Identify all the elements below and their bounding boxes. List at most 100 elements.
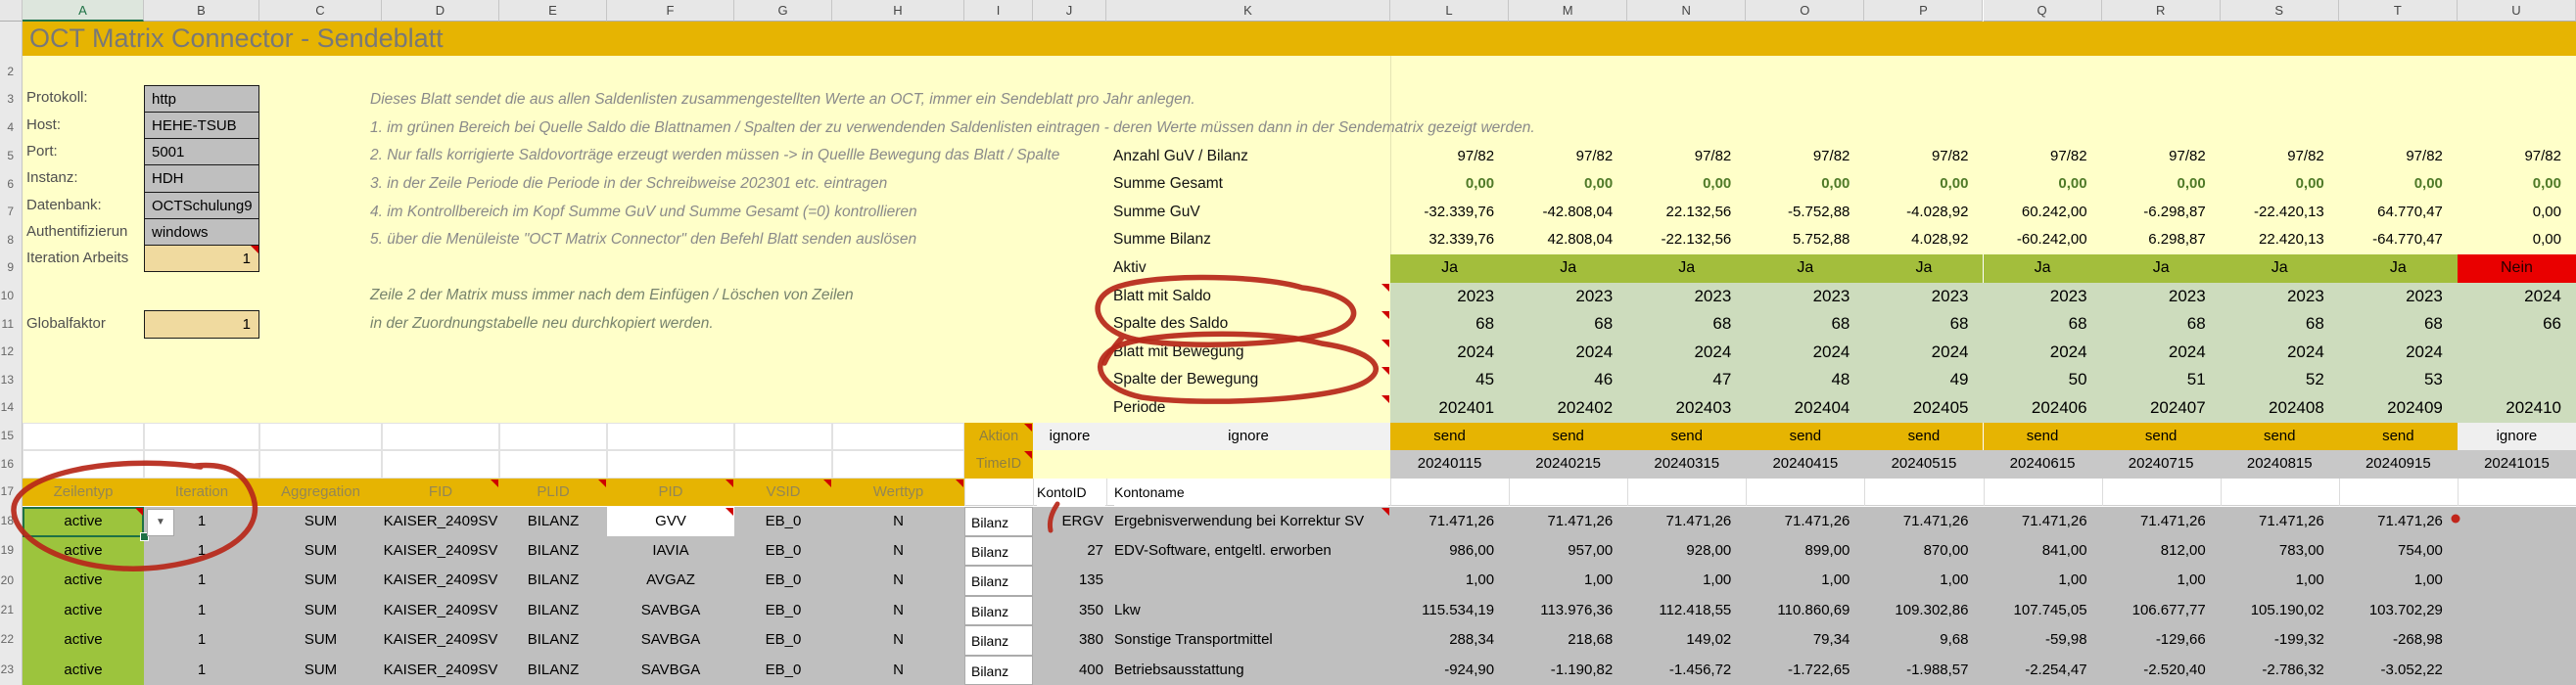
matrix-value-cell[interactable]: 783,00 bbox=[2221, 536, 2339, 566]
matrix-value-cell[interactable]: -1.190,82 bbox=[1509, 656, 1627, 685]
kontoname-cell[interactable]: Betriebsausstattung bbox=[1114, 656, 1388, 685]
matrix-header-plid[interactable]: PLID bbox=[499, 479, 607, 507]
control-value-cell[interactable]: 97/82 bbox=[1390, 143, 1509, 171]
kontoname-cell[interactable]: Sonstige Transportmittel bbox=[1114, 625, 1388, 655]
matrix-value-cell[interactable]: 1,00 bbox=[1746, 566, 1864, 595]
vsid-cell[interactable]: EB_0 bbox=[734, 507, 832, 536]
control-value-cell[interactable]: 68 bbox=[2102, 310, 2221, 339]
aktion-cell[interactable]: send bbox=[2221, 423, 2339, 451]
row-number[interactable]: 8 bbox=[0, 233, 18, 247]
matrix-value-cell[interactable]: 71.471,26 bbox=[2102, 507, 2221, 536]
row-number[interactable]: 19 bbox=[0, 543, 18, 557]
control-value-cell[interactable]: 2024 bbox=[2458, 283, 2576, 311]
matrix-value-cell[interactable]: 113.976,36 bbox=[1509, 596, 1627, 625]
column-header-J[interactable]: J bbox=[1033, 0, 1106, 22]
control-value-cell[interactable]: Ja bbox=[2339, 254, 2458, 283]
typ-cell[interactable]: Bilanz bbox=[964, 507, 1033, 536]
control-value-cell[interactable]: 97/82 bbox=[2102, 143, 2221, 171]
matrix-value-cell[interactable]: 112.418,55 bbox=[1627, 596, 1746, 625]
matrix-value-cell[interactable]: -199,32 bbox=[2221, 625, 2339, 655]
matrix-value-cell[interactable]: 754,00 bbox=[2339, 536, 2458, 566]
row-number[interactable]: 15 bbox=[0, 429, 18, 442]
control-value-cell[interactable]: 202404 bbox=[1746, 394, 1864, 423]
fid-cell[interactable]: KAISER_2409SV bbox=[382, 596, 499, 625]
control-value-cell[interactable]: 60.242,00 bbox=[1984, 199, 2102, 227]
control-value-cell[interactable]: 2023 bbox=[2339, 283, 2458, 311]
aktion-cell[interactable]: ignore bbox=[2458, 423, 2576, 451]
row-number[interactable]: 11 bbox=[0, 317, 18, 331]
control-value-cell[interactable]: -22.420,13 bbox=[2221, 199, 2339, 227]
matrix-value-cell[interactable]: -268,98 bbox=[2339, 625, 2458, 655]
werttyp-cell[interactable]: N bbox=[832, 566, 964, 595]
kontoname-cell[interactable]: Ergebnisverwendung bei Korrektur SV bbox=[1114, 507, 1388, 536]
control-value-cell[interactable]: 0,00 bbox=[2221, 170, 2339, 199]
row-number[interactable]: 5 bbox=[0, 149, 18, 162]
aggregation-cell[interactable]: SUM bbox=[259, 536, 382, 566]
matrix-value-cell[interactable]: 71.471,26 bbox=[1864, 507, 1983, 536]
typ-cell[interactable]: Bilanz bbox=[964, 625, 1033, 655]
plid-cell[interactable]: BILANZ bbox=[499, 656, 607, 685]
aktion-cell[interactable]: send bbox=[2102, 423, 2221, 451]
matrix-value-cell[interactable]: -1.456,72 bbox=[1627, 656, 1746, 685]
pid-cell[interactable]: AVGAZ bbox=[607, 566, 734, 595]
control-value-cell[interactable]: -60.242,00 bbox=[1984, 226, 2102, 254]
aggregation-cell[interactable]: SUM bbox=[259, 625, 382, 655]
matrix-value-cell[interactable]: 109.302,86 bbox=[1864, 596, 1983, 625]
row-number[interactable]: 17 bbox=[0, 484, 18, 498]
control-value-cell[interactable]: 2024 bbox=[1864, 339, 1983, 367]
row-number[interactable]: 13 bbox=[0, 373, 18, 387]
matrix-value-cell[interactable]: 71.471,26 bbox=[1984, 507, 2102, 536]
aggregation-cell[interactable]: SUM bbox=[259, 507, 382, 536]
column-header-G[interactable]: G bbox=[734, 0, 832, 22]
matrix-value-cell[interactable]: 149,02 bbox=[1627, 625, 1746, 655]
matrix-value-cell[interactable]: 9,68 bbox=[1864, 625, 1983, 655]
control-value-cell[interactable]: 202408 bbox=[2221, 394, 2339, 423]
control-value-cell[interactable]: 68 bbox=[2339, 310, 2458, 339]
control-value-cell[interactable]: 68 bbox=[1627, 310, 1746, 339]
column-header-E[interactable]: E bbox=[499, 0, 607, 22]
control-value-cell[interactable]: 2023 bbox=[1390, 283, 1509, 311]
matrix-header-zeilentyp[interactable]: Zeilentyp bbox=[23, 479, 144, 507]
control-value-cell[interactable]: 4.028,92 bbox=[1864, 226, 1983, 254]
control-value-cell[interactable]: Ja bbox=[2102, 254, 2221, 283]
fid-cell[interactable]: KAISER_2409SV bbox=[382, 536, 499, 566]
aggregation-cell[interactable]: SUM bbox=[259, 596, 382, 625]
control-value-cell[interactable]: 202407 bbox=[2102, 394, 2221, 423]
plid-cell[interactable]: BILANZ bbox=[499, 596, 607, 625]
zeilentyp-cell[interactable]: active bbox=[23, 536, 144, 566]
control-value-cell[interactable]: Ja bbox=[2221, 254, 2339, 283]
row-number[interactable]: 22 bbox=[0, 632, 18, 646]
control-value-cell[interactable]: 2024 bbox=[2102, 339, 2221, 367]
control-value-cell[interactable]: 2023 bbox=[1509, 283, 1627, 311]
control-value-cell[interactable]: 6.298,87 bbox=[2102, 226, 2221, 254]
iteration-cell[interactable]: 1 bbox=[144, 656, 259, 685]
control-value-cell[interactable]: -42.808,04 bbox=[1509, 199, 1627, 227]
kontoid-cell[interactable]: 380 bbox=[1033, 625, 1103, 655]
control-value-cell[interactable]: 202405 bbox=[1864, 394, 1983, 423]
werttyp-cell[interactable]: N bbox=[832, 596, 964, 625]
matrix-value-cell[interactable]: 71.471,26 bbox=[2339, 507, 2458, 536]
control-value-cell[interactable]: 50 bbox=[1984, 366, 2102, 394]
control-value-cell[interactable]: 42.808,04 bbox=[1509, 226, 1627, 254]
column-header-Q[interactable]: Q bbox=[1984, 0, 2102, 22]
control-value-cell[interactable]: 49 bbox=[1864, 366, 1983, 394]
zeilentyp-cell[interactable]: active bbox=[23, 596, 144, 625]
matrix-value-cell[interactable]: -1.988,57 bbox=[1864, 656, 1983, 685]
control-value-cell[interactable]: -4.028,92 bbox=[1864, 199, 1983, 227]
control-value-cell[interactable]: 97/82 bbox=[1864, 143, 1983, 171]
typ-cell[interactable]: Bilanz bbox=[964, 656, 1033, 685]
kontoid-cell[interactable]: 135 bbox=[1033, 566, 1103, 595]
control-value-cell[interactable] bbox=[2458, 339, 2576, 367]
control-value-cell[interactable]: Ja bbox=[1746, 254, 1864, 283]
kontoname-cell[interactable]: EDV-Software, entgeltl. erworben bbox=[1114, 536, 1388, 566]
matrix-value-cell[interactable]: 115.534,19 bbox=[1390, 596, 1509, 625]
aktion-cell[interactable]: send bbox=[1746, 423, 1864, 451]
control-value-cell[interactable]: 202401 bbox=[1390, 394, 1509, 423]
matrix-header-iteration[interactable]: Iteration bbox=[144, 479, 259, 507]
werttyp-cell[interactable]: N bbox=[832, 507, 964, 536]
control-value-cell[interactable]: 52 bbox=[2221, 366, 2339, 394]
control-value-cell[interactable]: 97/82 bbox=[1509, 143, 1627, 171]
control-value-cell[interactable]: -22.132,56 bbox=[1627, 226, 1746, 254]
row-number[interactable]: 18 bbox=[0, 514, 18, 527]
control-value-cell[interactable]: 2024 bbox=[1509, 339, 1627, 367]
